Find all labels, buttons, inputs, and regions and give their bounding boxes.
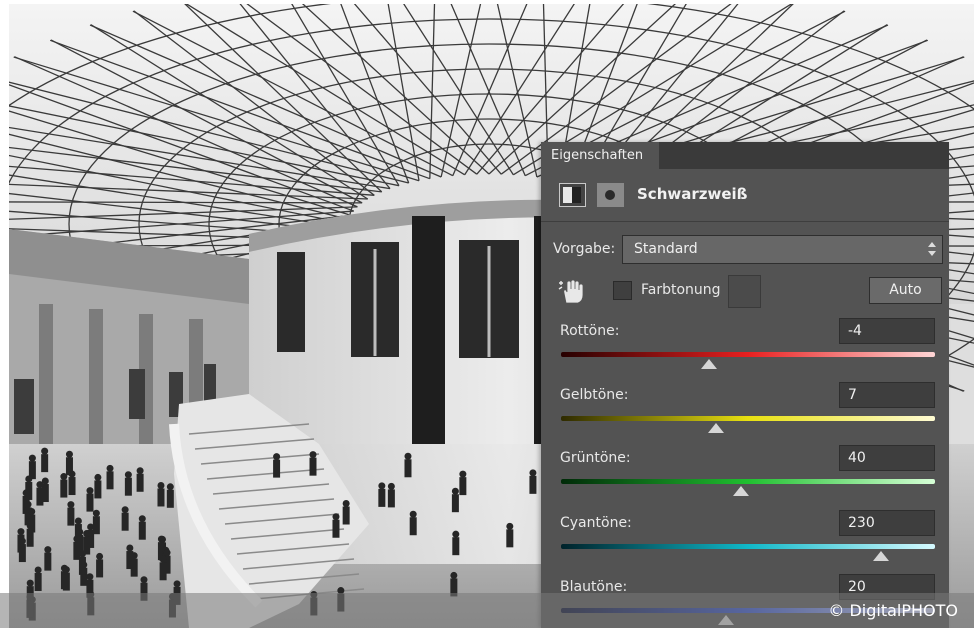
- slider-value-input[interactable]: 230: [839, 510, 935, 536]
- layer-mask-icon[interactable]: [597, 183, 624, 207]
- slider-thumb[interactable]: [700, 359, 717, 369]
- auto-button[interactable]: Auto: [869, 277, 942, 304]
- slider-track[interactable]: [561, 416, 935, 421]
- slider-label: Grüntöne:: [560, 450, 631, 466]
- tint-checkbox[interactable]: [613, 281, 632, 300]
- slider-thumb[interactable]: [708, 423, 725, 433]
- black-white-adjustment-icon[interactable]: [559, 183, 586, 207]
- slider-label: Cyantöne:: [560, 515, 632, 531]
- tint-label: Farbtonung: [641, 282, 721, 298]
- slider-value-input[interactable]: 7: [839, 382, 935, 408]
- adjustment-header: Schwarzweiß: [541, 169, 949, 222]
- preset-value: Standard: [634, 241, 698, 257]
- slider-value-input[interactable]: -4: [839, 318, 935, 344]
- preset-label: Vorgabe:: [553, 241, 616, 257]
- slider-label: Gelbtöne:: [560, 387, 629, 403]
- select-arrows-icon: [928, 242, 936, 257]
- tint-color-swatch[interactable]: [728, 275, 761, 308]
- slider-track[interactable]: [561, 544, 935, 549]
- slider-value-input[interactable]: 40: [839, 445, 935, 471]
- targeted-adjustment-hand-icon[interactable]: [557, 277, 585, 305]
- slider-track[interactable]: [561, 479, 935, 484]
- slider-thumb[interactable]: [732, 486, 749, 496]
- adjustment-title: Schwarzweiß: [637, 185, 748, 203]
- properties-panel: Eigenschaften Schwarzweiß Vorgabe: Stand…: [541, 142, 949, 628]
- preset-select[interactable]: Standard: [622, 235, 943, 264]
- slider-label: Rottöne:: [560, 323, 620, 339]
- copyright-notice: © DigitalPHOTO: [828, 601, 958, 620]
- panel-tab-bar: Eigenschaften: [541, 142, 949, 169]
- slider-thumb[interactable]: [872, 551, 889, 561]
- tab-eigenschaften[interactable]: Eigenschaften: [541, 142, 659, 169]
- slider-track[interactable]: [561, 352, 935, 357]
